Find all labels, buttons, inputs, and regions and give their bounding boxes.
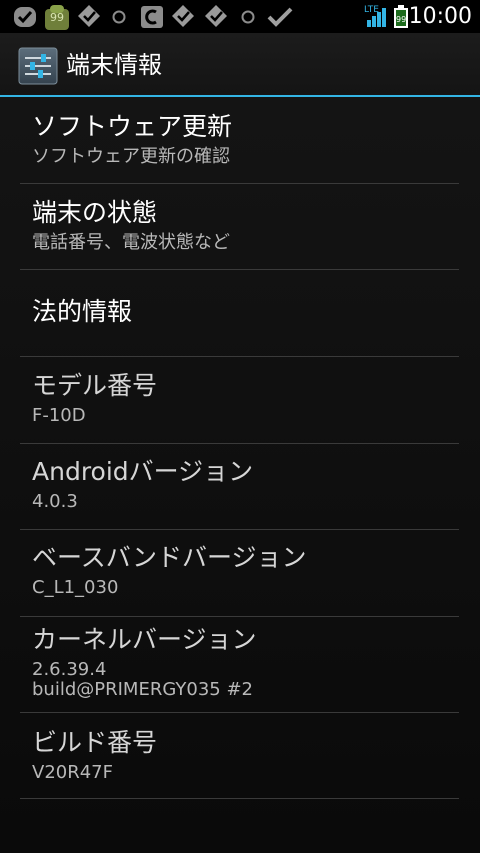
check-circle-icon <box>14 7 36 27</box>
divider <box>20 798 459 799</box>
list-item-title: ビルド番号 <box>32 728 158 757</box>
signal-icon <box>367 8 386 27</box>
list-item-baseband-version: ベースバンドバージョン C_L1_030 <box>0 530 480 616</box>
list-item-summary: 2.6.39.4 <box>32 659 107 680</box>
list-item-title: モデル番号 <box>32 371 158 400</box>
status-time: 10:00 <box>408 4 472 29</box>
action-bar: 端末情報 <box>0 33 480 95</box>
list-item-android-version[interactable]: Androidバージョン 4.0.3 <box>0 444 480 529</box>
list-item-summary: V20R47F <box>32 762 113 783</box>
list-item-title: 法的情報 <box>32 297 133 326</box>
notification-badge: 99 <box>50 11 64 24</box>
list-item-summary: 4.0.3 <box>32 491 78 512</box>
list-item-summary-line2: build@PRIMERGY035 #2 <box>32 679 254 700</box>
list-item-title: カーネルバージョン <box>32 625 257 654</box>
list-item-title: Androidバージョン <box>32 457 254 486</box>
status-bar[interactable]: 99 LTE 99 10:00 <box>0 0 480 33</box>
feedly-icon <box>172 5 194 27</box>
c-app-icon <box>141 6 163 28</box>
list-item-title: ベースバンドバージョン <box>32 543 307 572</box>
feedly-icon <box>205 5 227 27</box>
page-title: 端末情報 <box>66 51 162 79</box>
sync-icon <box>112 10 126 24</box>
list-item-model-number: モデル番号 F-10D <box>0 357 480 443</box>
settings-icon[interactable] <box>18 47 58 85</box>
settings-list[interactable]: ソフトウェア更新 ソフトウェア更新の確認 端末の状態 電話番号、電波状態など 法… <box>0 97 480 853</box>
list-item-title: ソフトウェア更新 <box>32 112 233 141</box>
list-item-summary: 電話番号、電波状態など <box>32 232 230 253</box>
list-item-summary: F-10D <box>32 405 86 426</box>
list-item-kernel-version: カーネルバージョン 2.6.39.4 build@PRIMERGY035 #2 <box>0 617 480 712</box>
checkmark-icon <box>267 7 293 27</box>
list-item-build-number[interactable]: ビルド番号 V20R47F <box>0 713 480 798</box>
list-item-software-update[interactable]: ソフトウェア更新 ソフトウェア更新の確認 <box>0 97 480 183</box>
sync-icon <box>241 10 255 24</box>
list-item-summary: ソフトウェア更新の確認 <box>32 146 230 167</box>
list-item-device-status[interactable]: 端末の状態 電話番号、電波状態など <box>0 184 480 269</box>
list-item-title: 端末の状態 <box>32 198 158 227</box>
list-item-summary: C_L1_030 <box>32 577 119 598</box>
list-item-legal-info[interactable]: 法的情報 <box>0 270 480 356</box>
battery-level: 99 <box>396 15 407 24</box>
feedly-icon <box>78 5 100 27</box>
